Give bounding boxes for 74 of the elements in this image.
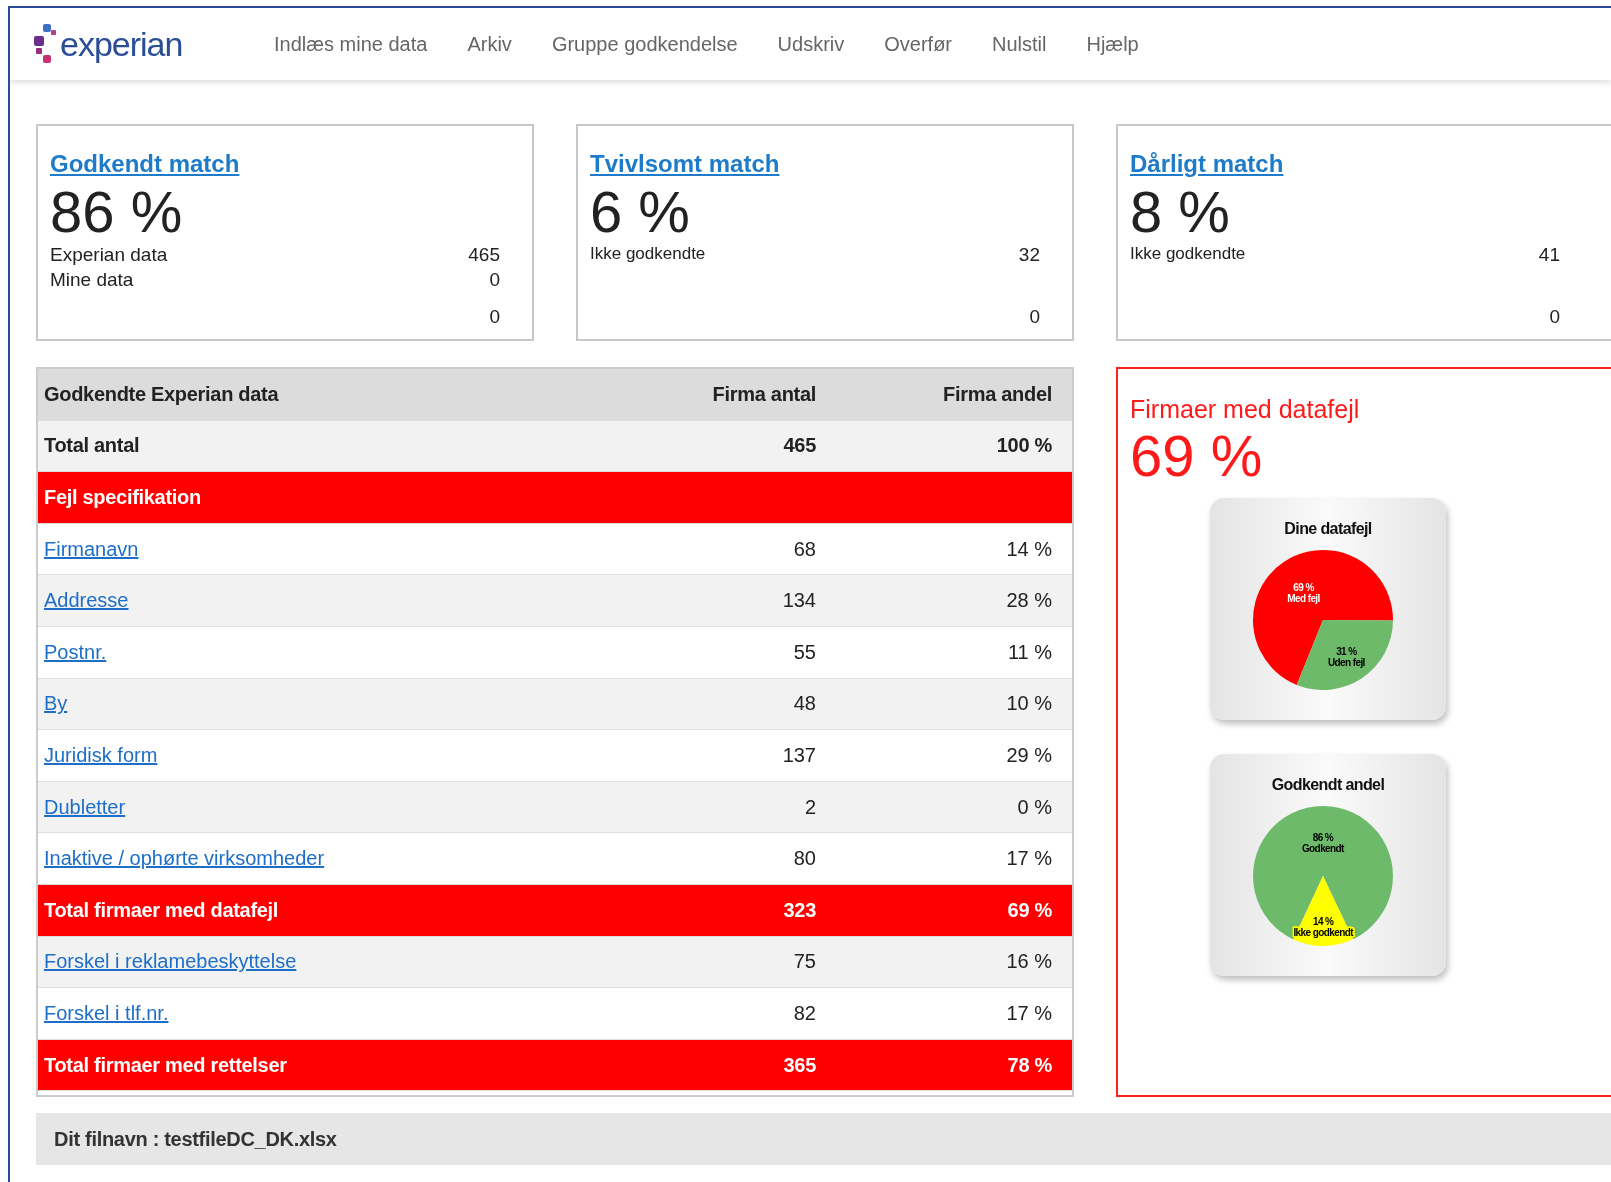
- nav-link[interactable]: Gruppe godkendelse: [551, 32, 738, 56]
- card-value: 32: [1018, 244, 1040, 267]
- match-percent: 86 %: [50, 180, 184, 244]
- row-label: Total antal: [44, 434, 141, 458]
- count-cell-text: 82: [792, 1001, 816, 1025]
- share-cell-text: 0 %: [1016, 795, 1052, 819]
- row-label: Total firmaer med rettelser: [44, 1053, 288, 1077]
- share-cell-text: 69 %: [1006, 898, 1052, 922]
- nav-link[interactable]: Nulstil: [992, 32, 1047, 56]
- card-value: 0: [489, 306, 500, 329]
- logo[interactable]: experian: [60, 24, 183, 64]
- row-label: Godkendte Experian data: [44, 382, 280, 406]
- category-link[interactable]: Firmanavn: [44, 537, 139, 560]
- count-cell-text: Firma antal: [711, 382, 816, 406]
- card-title-link[interactable]: Tvivlsomt match: [590, 150, 1040, 178]
- category-link[interactable]: Inaktive / ophørte virksomheder: [44, 847, 325, 870]
- share-cell-text: 11 %: [1006, 640, 1052, 664]
- nav-link[interactable]: Arkiv: [467, 32, 512, 56]
- category-link[interactable]: Forskel i reklamebeskyttelse: [44, 950, 297, 973]
- nav-link[interactable]: Overfør: [884, 32, 953, 56]
- chart-title: Godkendt andel: [1271, 776, 1385, 794]
- card-value: 41: [1538, 244, 1560, 267]
- share-cell-text: Firma andel: [942, 382, 1052, 406]
- category-link[interactable]: Forskel i tlf.nr.: [44, 1001, 169, 1024]
- category-link[interactable]: By: [44, 692, 68, 715]
- share-cell-text: 29 %: [1005, 743, 1052, 767]
- count-cell-text: 75: [792, 950, 816, 974]
- category-link[interactable]: Addresse: [44, 589, 129, 612]
- count-cell-text: 80: [792, 847, 816, 871]
- share-cell-text: 78 %: [1006, 1053, 1052, 1077]
- count-cell-text: 55: [792, 640, 816, 664]
- category-link[interactable]: Dubletter: [44, 795, 126, 818]
- nav-link[interactable]: Udskriv: [777, 32, 845, 56]
- row-label: Fejl specifikation: [44, 486, 202, 509]
- count-cell-text: 365: [782, 1053, 816, 1077]
- share-cell-text: 10 %: [1005, 692, 1052, 716]
- card-value: 0: [1549, 306, 1560, 329]
- pie-label: 69 % Med fejl: [1287, 581, 1320, 604]
- card-label: Ikke godkendte: [1130, 244, 1246, 265]
- card-title-link[interactable]: Godkendt match: [50, 150, 500, 178]
- card-value: 465: [468, 244, 500, 267]
- pie-label: 86 % Godkendt: [1301, 832, 1344, 854]
- card-label: Ikke godkendte: [590, 244, 706, 265]
- nav-link[interactable]: Hjælp: [1086, 32, 1139, 56]
- share-cell-text: 16 %: [1005, 950, 1052, 974]
- count-cell-text: 2: [803, 795, 816, 819]
- share-cell-text: 28 %: [1005, 589, 1052, 613]
- category-link[interactable]: Juridisk form: [44, 743, 158, 766]
- error-percent: 69 %: [1130, 424, 1264, 488]
- count-cell-text: 323: [782, 898, 816, 922]
- panel-title: Firmaer med datafejl: [1130, 395, 1361, 424]
- share-cell-text: 14 %: [1005, 537, 1052, 561]
- count-cell-text: 465: [782, 434, 816, 458]
- chart-title: Dine datafejl: [1284, 520, 1372, 538]
- match-percent: 8 %: [1130, 180, 1231, 244]
- share-cell-text: 17 %: [1005, 847, 1052, 871]
- card-label: Mine data: [50, 269, 134, 292]
- category-link[interactable]: Postnr.: [44, 640, 107, 663]
- nav-link[interactable]: Indlæs mine data: [274, 32, 428, 56]
- file-name: Dit filnavn : testfileDC_DK.xlsx: [54, 1127, 337, 1151]
- count-cell-text: 48: [792, 692, 816, 716]
- match-percent: 6 %: [590, 180, 691, 244]
- count-cell-text: 68: [792, 537, 816, 561]
- pie-label: 31 % Uden fejl: [1327, 645, 1365, 668]
- card-label: Experian data: [50, 244, 168, 267]
- card-title-link[interactable]: Dårligt match: [1130, 150, 1560, 178]
- logo-icon: [34, 24, 56, 64]
- row-label: Total firmaer med datafejl: [44, 898, 280, 922]
- card-value: 0: [489, 269, 500, 292]
- count-cell-text: 137: [781, 743, 816, 767]
- share-cell-text: 17 %: [1005, 1001, 1052, 1025]
- count-cell-text: 134: [781, 589, 816, 613]
- card-value: 0: [1029, 306, 1040, 329]
- share-cell-text: 100 %: [995, 434, 1052, 458]
